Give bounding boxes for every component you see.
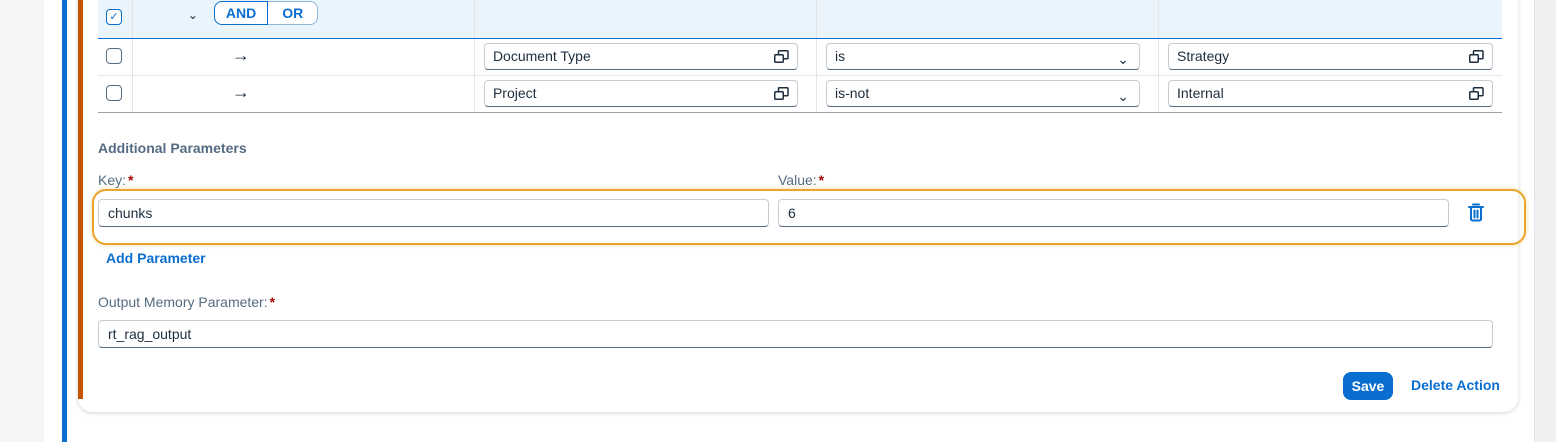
value-input[interactable]: Internal: [1168, 80, 1493, 107]
value-help-icon[interactable]: [773, 50, 789, 63]
arrow-right-icon: →: [231, 45, 250, 65]
arrow-right-icon: →: [231, 82, 250, 102]
row-checkbox[interactable]: [106, 48, 122, 64]
delete-action-link[interactable]: Delete Action: [1411, 377, 1500, 393]
or-button[interactable]: OR: [268, 1, 319, 25]
condition-select[interactable]: is ⌄: [825, 43, 1140, 72]
chevron-down-icon[interactable]: ⌄: [1117, 84, 1129, 109]
value-input[interactable]: Strategy: [1168, 43, 1493, 70]
condition-select[interactable]: is-not ⌄: [825, 80, 1140, 109]
delete-parameter-icon[interactable]: [1467, 202, 1485, 222]
right-scroll-area[interactable]: [1534, 0, 1556, 442]
parameter-key-input[interactable]: chunks: [98, 199, 769, 227]
key-label: Key: *: [98, 172, 134, 188]
required-marker: *: [128, 172, 134, 188]
value-help-icon[interactable]: [1469, 87, 1484, 100]
select-all-checkbox[interactable]: ✓: [106, 9, 122, 25]
value-label: Value: *: [778, 172, 825, 188]
condition-select-value: is: [834, 48, 846, 64]
required-marker: *: [269, 294, 276, 310]
output-memory-input[interactable]: rt_rag_output: [98, 320, 1493, 348]
value-input-value: Internal: [1177, 85, 1224, 101]
and-button[interactable]: AND: [213, 1, 269, 25]
value-help-icon[interactable]: [773, 87, 789, 100]
field-input[interactable]: Project: [483, 80, 798, 107]
table-row: → Document Type is ⌄ Strategy: [98, 39, 1502, 76]
field-input[interactable]: Document Type: [483, 43, 798, 70]
value-input-value: Strategy: [1177, 48, 1230, 64]
add-parameter-link[interactable]: Add Parameter: [106, 250, 206, 266]
condition-select-value: is-not: [834, 85, 870, 101]
chevron-down-icon[interactable]: ⌄: [188, 8, 198, 22]
output-memory-label: Output Memory Parameter: *: [98, 294, 276, 310]
section-indicator-bar: [62, 0, 67, 442]
checkmark-icon: ✓: [109, 11, 119, 23]
left-background: [0, 0, 44, 442]
required-marker: *: [818, 172, 825, 188]
chevron-down-icon[interactable]: ⌄: [1117, 47, 1129, 72]
row-checkbox[interactable]: [106, 85, 122, 101]
filter-table-header: ✓ ⌄ AND OR: [98, 0, 1502, 39]
field-input-value: Document Type: [492, 48, 591, 64]
table-row: → Project is-not ⌄ Internal: [98, 76, 1502, 113]
logic-operator-toggle: AND OR: [213, 1, 319, 25]
additional-parameters-title: Additional Parameters: [98, 140, 247, 156]
field-input-value: Project: [492, 85, 537, 101]
action-indicator-bar: [78, 0, 83, 399]
value-help-icon[interactable]: [1469, 50, 1484, 63]
parameter-value-input[interactable]: 6: [778, 199, 1449, 227]
save-button[interactable]: Save: [1343, 372, 1393, 400]
